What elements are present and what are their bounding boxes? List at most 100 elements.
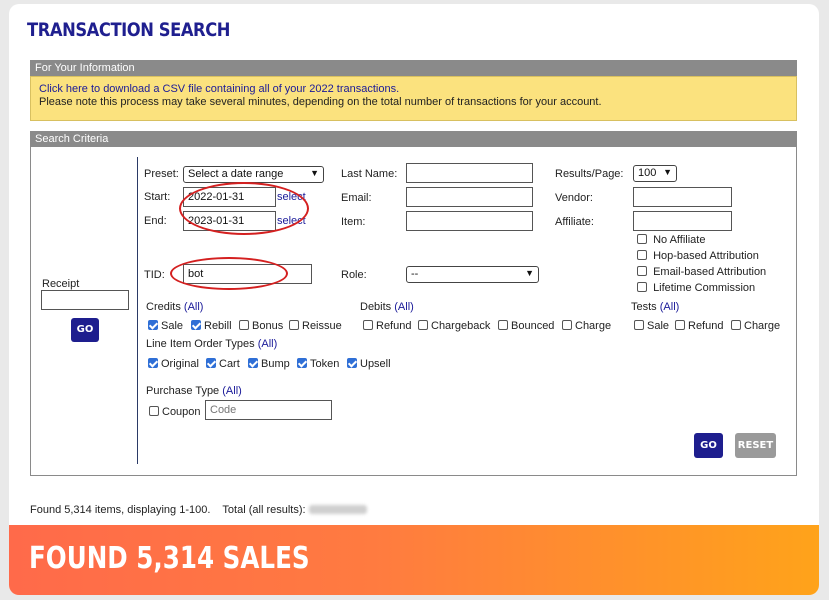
- line-token-checkbox[interactable]: Token: [297, 358, 339, 370]
- lifetime-commission-checkbox[interactable]: Lifetime Commission: [637, 282, 755, 294]
- preset-select[interactable]: Select a date range ▼: [183, 166, 324, 183]
- transaction-search-card: TRANSACTION SEARCH For Your Information …: [9, 4, 819, 595]
- chevron-down-icon: ▼: [310, 168, 319, 178]
- checkbox-icon: [634, 320, 644, 330]
- checkbox-icon: [562, 320, 572, 330]
- results-per-page-select[interactable]: 100 ▼: [633, 165, 677, 182]
- checkbox-icon: [498, 320, 508, 330]
- debits-all-link[interactable]: (All): [394, 301, 414, 313]
- tests-all-link[interactable]: (All): [660, 301, 680, 313]
- chevron-down-icon: ▼: [525, 268, 534, 278]
- checkbox-checked-icon: [148, 320, 158, 330]
- credit-sale-checkbox[interactable]: Sale: [148, 320, 183, 332]
- no-affiliate-checkbox[interactable]: No Affiliate: [637, 234, 705, 246]
- tests-heading: Tests (All): [631, 301, 680, 313]
- item-label: Item:: [341, 216, 366, 228]
- checkbox-icon: [637, 250, 647, 260]
- tid-highlight-circle: [170, 257, 288, 290]
- email-label: Email:: [341, 192, 372, 204]
- receipt-go-button[interactable]: GO: [71, 318, 99, 342]
- vendor-label: Vendor:: [555, 192, 593, 204]
- checkbox-icon: [149, 406, 159, 416]
- purchase-type-heading: Purchase Type (All): [146, 385, 242, 397]
- debits-heading: Debits (All): [360, 301, 414, 313]
- checkbox-icon: [637, 234, 647, 244]
- date-highlight-circle: [179, 182, 309, 235]
- debit-chargeback-checkbox[interactable]: Chargeback: [418, 320, 490, 332]
- results-summary: Found 5,314 items, displaying 1-100. Tot…: [30, 504, 367, 516]
- column-divider: [137, 157, 138, 464]
- last-name-input[interactable]: [406, 163, 533, 183]
- checkbox-checked-icon: [347, 358, 357, 368]
- affiliate-input[interactable]: [633, 211, 732, 231]
- debit-bounced-checkbox[interactable]: Bounced: [498, 320, 554, 332]
- total-label: Total (all results):: [222, 504, 306, 516]
- test-charge-checkbox[interactable]: Charge: [731, 320, 780, 332]
- checkbox-icon: [363, 320, 373, 330]
- coupon-code-input[interactable]: [205, 400, 332, 420]
- checkbox-checked-icon: [297, 358, 307, 368]
- last-name-label: Last Name:: [341, 168, 398, 180]
- end-label: End:: [144, 215, 167, 227]
- affiliate-label: Affiliate:: [555, 216, 594, 228]
- checkbox-checked-icon: [148, 358, 158, 368]
- info-box: Click here to download a CSV file contai…: [30, 76, 797, 121]
- test-refund-checkbox[interactable]: Refund: [675, 320, 723, 332]
- purchase-type-all-link[interactable]: (All): [222, 385, 242, 397]
- preset-label: Preset:: [144, 168, 179, 180]
- line-original-checkbox[interactable]: Original: [148, 358, 199, 370]
- chevron-down-icon: ▼: [663, 167, 672, 177]
- hop-attribution-checkbox[interactable]: Hop-based Attribution: [637, 250, 759, 262]
- checkbox-icon: [675, 320, 685, 330]
- receipt-input[interactable]: [41, 290, 129, 310]
- line-item-all-link[interactable]: (All): [258, 338, 278, 350]
- email-input[interactable]: [406, 187, 533, 207]
- start-label: Start:: [144, 191, 171, 203]
- line-cart-checkbox[interactable]: Cart: [206, 358, 240, 370]
- results-per-page-value: 100: [638, 167, 657, 179]
- debit-refund-checkbox[interactable]: Refund: [363, 320, 411, 332]
- csv-download-link[interactable]: Click here to download a CSV file contai…: [39, 83, 788, 96]
- debit-charge-checkbox[interactable]: Charge: [562, 320, 611, 332]
- checkbox-icon: [239, 320, 249, 330]
- test-sale-checkbox[interactable]: Sale: [634, 320, 669, 332]
- credits-heading: Credits (All): [146, 301, 204, 313]
- role-label: Role:: [341, 269, 367, 281]
- credits-all-link[interactable]: (All): [184, 301, 204, 313]
- reset-button[interactable]: RESET: [735, 433, 776, 458]
- search-criteria-panel: Receipt GO Preset: Select a date range ▼…: [30, 147, 797, 476]
- checkbox-icon: [289, 320, 299, 330]
- search-go-button[interactable]: GO: [694, 433, 723, 458]
- checkbox-icon: [731, 320, 741, 330]
- info-panel-header: For Your Information: [30, 60, 797, 76]
- email-attribution-checkbox[interactable]: Email-based Attribution: [637, 266, 766, 278]
- coupon-checkbox[interactable]: Coupon: [149, 406, 201, 418]
- receipt-label: Receipt: [42, 278, 80, 290]
- role-select[interactable]: -- ▼: [406, 266, 539, 283]
- results-per-page-label: Results/Page:: [555, 168, 624, 180]
- preset-value: Select a date range: [188, 168, 284, 180]
- credit-bonus-checkbox[interactable]: Bonus: [239, 320, 283, 332]
- found-count-text: Found 5,314 items, displaying 1-100.: [30, 504, 211, 516]
- checkbox-checked-icon: [206, 358, 216, 368]
- checkbox-icon: [637, 282, 647, 292]
- role-value: --: [411, 268, 419, 280]
- credit-rebill-checkbox[interactable]: Rebill: [191, 320, 232, 332]
- tid-label: TID:: [144, 269, 165, 281]
- page-title: TRANSACTION SEARCH: [27, 19, 231, 41]
- checkbox-checked-icon: [191, 320, 201, 330]
- info-note: Please note this process may take severa…: [39, 96, 602, 108]
- checkbox-icon: [418, 320, 428, 330]
- redacted-total-value: [308, 505, 367, 514]
- line-item-heading: Line Item Order Types (All): [146, 338, 278, 350]
- search-criteria-header: Search Criteria: [30, 131, 797, 147]
- vendor-input[interactable]: [633, 187, 732, 207]
- line-upsell-checkbox[interactable]: Upsell: [347, 358, 391, 370]
- line-bump-checkbox[interactable]: Bump: [248, 358, 290, 370]
- banner-text: FOUND 5,314 SALES: [29, 541, 310, 576]
- promo-banner: FOUND 5,314 SALES: [9, 525, 819, 595]
- credit-reissue-checkbox[interactable]: Reissue: [289, 320, 342, 332]
- checkbox-icon: [637, 266, 647, 276]
- checkbox-checked-icon: [248, 358, 258, 368]
- item-input[interactable]: [406, 211, 533, 231]
